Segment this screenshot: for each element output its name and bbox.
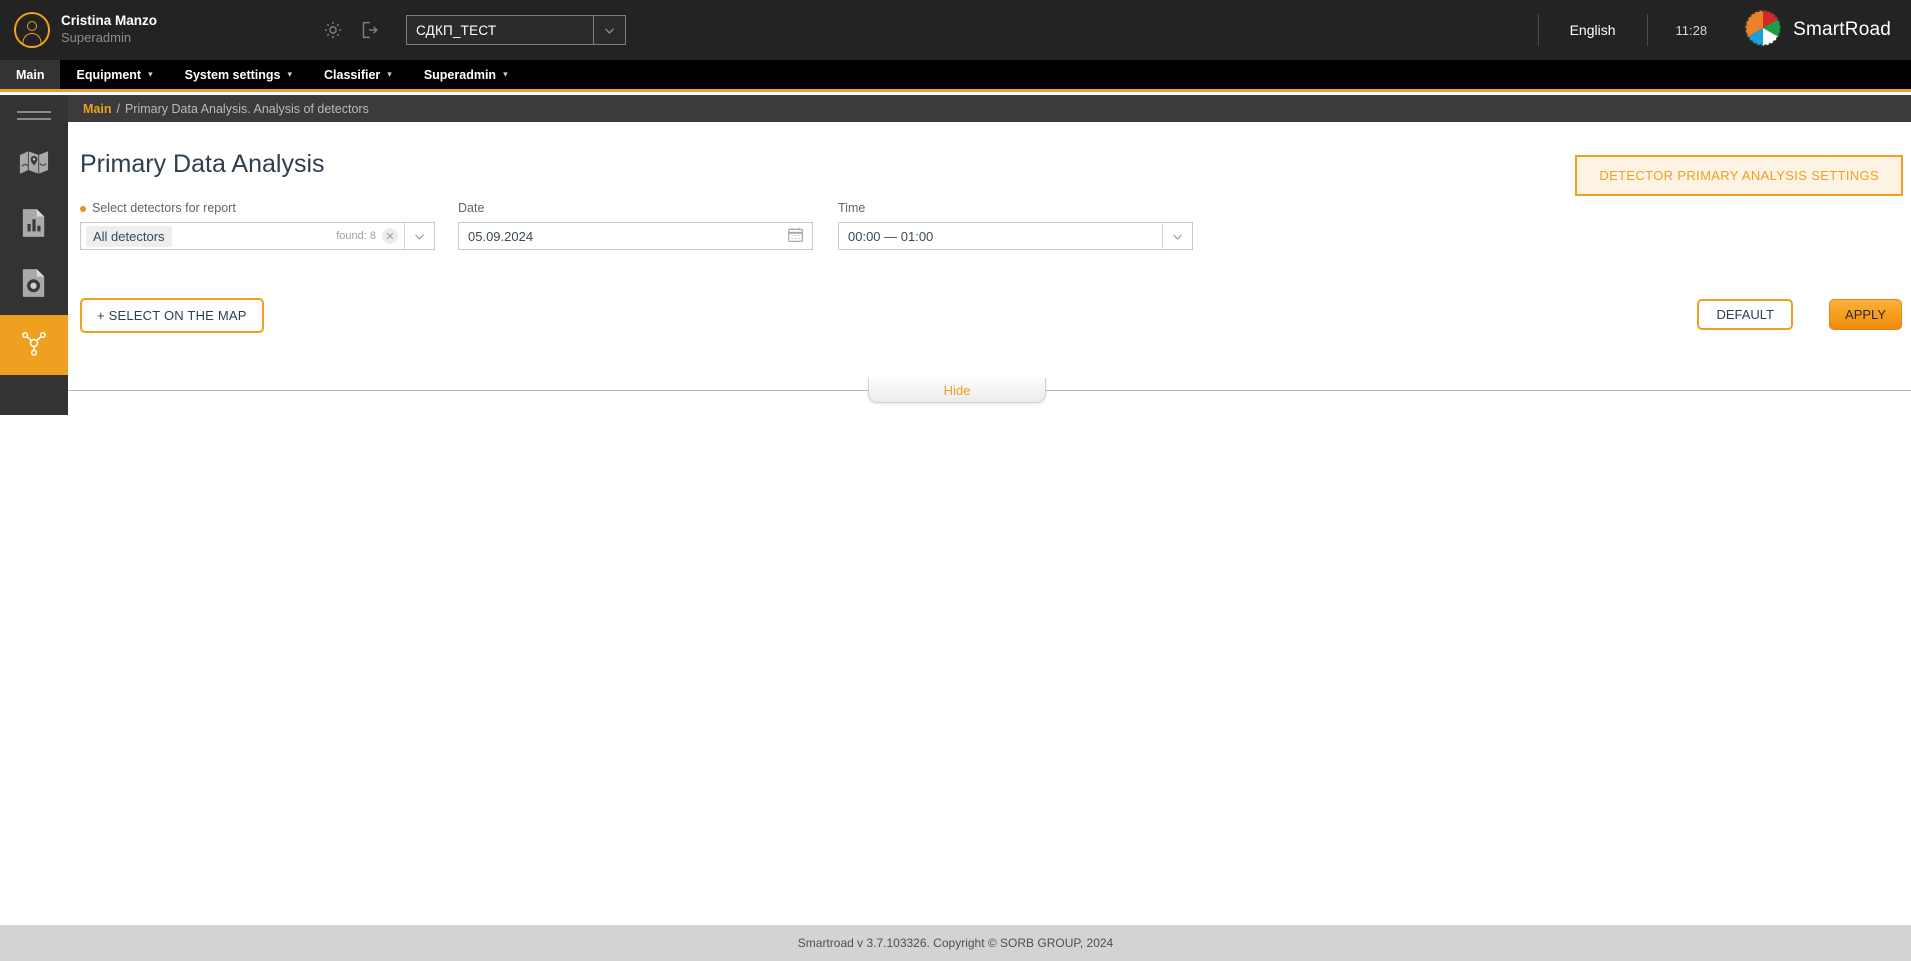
time-field-label: Time: [838, 201, 866, 215]
date-input[interactable]: 05.09.2024: [458, 222, 813, 250]
breadcrumb-current: Primary Data Analysis. Analysis of detec…: [124, 101, 369, 116]
date-field: Date 05.09.2024: [458, 201, 813, 250]
nav-item-label: Equipment: [76, 67, 142, 82]
chevron-down-icon: ▾: [503, 69, 508, 79]
header-clock: 11:28: [1675, 22, 1708, 38]
detectors-field: Select detectors for report All detector…: [80, 201, 435, 250]
hide-panel-toggle[interactable]: Hide: [868, 378, 1046, 403]
close-circle-icon[interactable]: ✕: [382, 228, 398, 244]
sidebar-item-detectors[interactable]: [0, 255, 68, 315]
chevron-down-icon: ▾: [387, 69, 392, 79]
calendar-icon[interactable]: [787, 226, 804, 246]
project-select-value: СДКП_ТЕСТ: [416, 22, 497, 38]
detectors-label-text: Select detectors for report: [92, 201, 236, 215]
logout-icon[interactable]: [358, 19, 380, 41]
user-avatar-icon: [14, 12, 50, 48]
header-right-group: English 11:28 SmartRoad: [1537, 0, 1911, 60]
camera-detector-icon: [21, 268, 47, 303]
page-footer: Smartroad v 3.7.103326. Copyright © SORB…: [0, 925, 1911, 961]
date-field-label: Date: [458, 201, 485, 215]
chevron-down-icon[interactable]: [404, 223, 434, 249]
chevron-down-icon[interactable]: [593, 16, 625, 44]
user-text: Cristina Manzo Superadmin: [61, 13, 157, 46]
chevron-down-icon: ▾: [148, 69, 153, 79]
map-icon: [19, 149, 49, 181]
detectors-found-count: found: 8: [336, 230, 376, 242]
language-selector[interactable]: English: [1539, 22, 1647, 38]
nav-item-label: Superadmin: [423, 67, 497, 82]
left-sidebar: [0, 95, 68, 415]
network-node-icon: [19, 328, 49, 363]
sidebar-item-reports[interactable]: [0, 195, 68, 255]
sidebar-item-map[interactable]: [0, 135, 68, 195]
header-icon-group: [322, 19, 380, 41]
user-profile-block[interactable]: Cristina Manzo Superadmin: [0, 12, 300, 48]
gear-icon[interactable]: [322, 19, 344, 41]
chevron-down-icon[interactable]: [1162, 223, 1192, 249]
date-input-value: 05.09.2024: [468, 228, 534, 244]
bar-chart-report-icon: [21, 208, 47, 243]
page-title: Primary Data Analysis: [80, 150, 325, 178]
detector-primary-analysis-settings-button[interactable]: DETECTOR PRIMARY ANALYSIS SETTINGS: [1575, 155, 1903, 196]
sidebar-item-primary-data-analysis[interactable]: [0, 315, 68, 375]
smartroad-gear-logo: [1743, 8, 1783, 53]
nav-item-label: Main: [16, 67, 45, 82]
breadcrumb-separator: /: [116, 101, 120, 116]
nav-item-label: Classifier: [324, 67, 381, 82]
nav-item-superadmin[interactable]: Superadmin ▾: [408, 60, 524, 89]
brand-name: SmartRoad: [1793, 19, 1891, 40]
brand-block: SmartRoad: [1735, 8, 1911, 53]
apply-button[interactable]: APPLY: [1829, 299, 1902, 330]
user-name: Cristina Manzo: [61, 13, 158, 29]
chevron-down-icon: ▾: [287, 69, 293, 79]
select-on-map-button[interactable]: + SELECT ON THE MAP: [80, 298, 264, 333]
detectors-select[interactable]: All detectors found: 8 ✕: [80, 222, 435, 250]
application-window: Cristina Manzo Superadmin СДКП_ТЕСТ Engl…: [0, 0, 1911, 961]
main-navigation-bar: Main Equipment ▾ System settings ▾ Class…: [0, 60, 1911, 92]
footer-copyright: Smartroad v 3.7.103326. Copyright © SORB…: [797, 936, 1114, 950]
detectors-field-label: Select detectors for report: [80, 201, 435, 215]
nav-item-equipment[interactable]: Equipment ▾: [60, 60, 168, 89]
hamburger-menu-icon[interactable]: [0, 95, 68, 135]
user-role: Superadmin: [61, 30, 132, 46]
default-button[interactable]: DEFAULT: [1697, 299, 1793, 330]
breadcrumb-root[interactable]: Main: [83, 102, 111, 116]
time-select-value: 00:00 — 01:00: [848, 228, 934, 244]
detectors-selected-chip[interactable]: All detectors: [86, 225, 172, 247]
primary-data-analysis-panel: Primary Data Analysis DETECTOR PRIMARY A…: [68, 122, 1911, 390]
top-header-bar: Cristina Manzo Superadmin СДКП_ТЕСТ Engl…: [0, 0, 1911, 60]
nav-item-system-settings[interactable]: System settings ▾: [169, 60, 308, 89]
breadcrumb: Main / Primary Data Analysis. Analysis o…: [68, 95, 1911, 122]
time-field: Time 00:00 — 01:00: [838, 201, 1193, 250]
nav-item-classifier[interactable]: Classifier ▾: [308, 60, 408, 89]
project-select[interactable]: СДКП_ТЕСТ: [406, 15, 626, 45]
time-select[interactable]: 00:00 — 01:00: [838, 222, 1193, 250]
nav-item-main[interactable]: Main: [0, 60, 61, 89]
nav-item-label: System settings: [184, 67, 281, 82]
required-dot-icon: [80, 205, 86, 212]
